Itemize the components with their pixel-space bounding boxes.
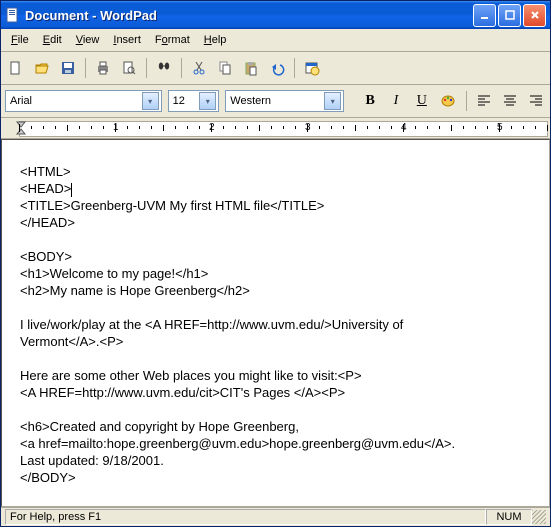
- statusbar: For Help, press F1 NUM: [1, 507, 550, 526]
- close-button[interactable]: [523, 4, 546, 27]
- menu-format[interactable]: Format: [149, 33, 196, 47]
- cut-button[interactable]: [188, 57, 210, 79]
- font-size-value: 12: [173, 95, 185, 107]
- charset-value: Western: [230, 95, 271, 107]
- text-caret: [71, 183, 72, 197]
- doc-line: Here are some other Web places you might…: [20, 368, 362, 383]
- color-button[interactable]: [438, 91, 458, 111]
- doc-line: <HEAD>: [20, 181, 71, 196]
- menu-view[interactable]: View: [70, 33, 106, 47]
- underline-button[interactable]: U: [412, 91, 432, 111]
- titlebar[interactable]: Document - WordPad: [1, 1, 550, 29]
- menu-edit[interactable]: Edit: [37, 33, 68, 47]
- doc-line: <HTML>: [20, 164, 71, 179]
- new-button[interactable]: [5, 57, 27, 79]
- doc-line: <A HREF=http://www.uvm.edu/cit>CIT's Pag…: [20, 385, 345, 400]
- print-button[interactable]: [92, 57, 114, 79]
- doc-line: Last updated: 9/18/2001.: [20, 453, 164, 468]
- font-size-combo[interactable]: 12 ▾: [168, 90, 220, 112]
- status-help-text: For Help, press F1: [5, 509, 486, 525]
- save-button[interactable]: [57, 57, 79, 79]
- align-right-button[interactable]: [526, 91, 546, 111]
- editor-area[interactable]: <HTML> <HEAD> <TITLE>Greenberg-UVM My fi…: [1, 139, 550, 507]
- doc-line: <h1>Welcome to my page!</h1>: [20, 266, 208, 281]
- wordpad-window: Document - WordPad File Edit View Insert…: [0, 0, 551, 527]
- menu-insert[interactable]: Insert: [107, 33, 147, 47]
- menu-file[interactable]: File: [5, 33, 35, 47]
- toolbar: [1, 52, 550, 85]
- indent-marker-icon[interactable]: [15, 118, 27, 138]
- undo-button[interactable]: [266, 57, 288, 79]
- open-button[interactable]: [31, 57, 53, 79]
- doc-line: </HEAD>: [20, 215, 75, 230]
- status-num: NUM: [486, 509, 532, 525]
- doc-line: <h6>Created and copyright by Hope Greenb…: [20, 419, 299, 434]
- resize-grip[interactable]: [532, 510, 546, 524]
- separator: [294, 58, 295, 78]
- chevron-down-icon[interactable]: ▾: [324, 92, 341, 110]
- app-icon: [5, 7, 21, 23]
- ruler[interactable]: 1 2 3 4 5: [1, 118, 550, 139]
- charset-combo[interactable]: Western ▾: [225, 90, 344, 112]
- chevron-down-icon[interactable]: ▾: [199, 92, 216, 110]
- datetime-button[interactable]: [301, 57, 323, 79]
- chevron-down-icon[interactable]: ▾: [142, 92, 159, 110]
- doc-line: </BODY>: [20, 470, 76, 485]
- maximize-button[interactable]: [498, 4, 521, 27]
- copy-button[interactable]: [214, 57, 236, 79]
- separator: [181, 58, 182, 78]
- doc-line: <TITLE>Greenberg-UVM My first HTML file<…: [20, 198, 324, 213]
- italic-button[interactable]: I: [386, 91, 406, 111]
- align-center-button[interactable]: [500, 91, 520, 111]
- font-name-combo[interactable]: Arial ▾: [5, 90, 162, 112]
- separator: [146, 58, 147, 78]
- separator: [466, 91, 467, 111]
- print-preview-button[interactable]: [118, 57, 140, 79]
- font-name-value: Arial: [10, 95, 32, 107]
- doc-line: <a href=mailto:hope.greenberg@uvm.edu>ho…: [20, 436, 455, 451]
- bold-button[interactable]: B: [360, 91, 380, 111]
- paste-button[interactable]: [240, 57, 262, 79]
- doc-line: <h2>My name is Hope Greenberg</h2>: [20, 283, 250, 298]
- menu-help[interactable]: Help: [198, 33, 233, 47]
- menubar: File Edit View Insert Format Help: [1, 29, 550, 52]
- align-left-button[interactable]: [475, 91, 495, 111]
- window-title: Document - WordPad: [25, 8, 473, 23]
- minimize-button[interactable]: [473, 4, 496, 27]
- find-button[interactable]: [153, 57, 175, 79]
- doc-line: Vermont</A>.<P>: [20, 334, 123, 349]
- doc-line: I live/work/play at the <A HREF=http://w…: [20, 317, 403, 332]
- doc-line: <BODY>: [20, 249, 72, 264]
- format-bar: Arial ▾ 12 ▾ Western ▾ B I U: [1, 85, 550, 118]
- separator: [85, 58, 86, 78]
